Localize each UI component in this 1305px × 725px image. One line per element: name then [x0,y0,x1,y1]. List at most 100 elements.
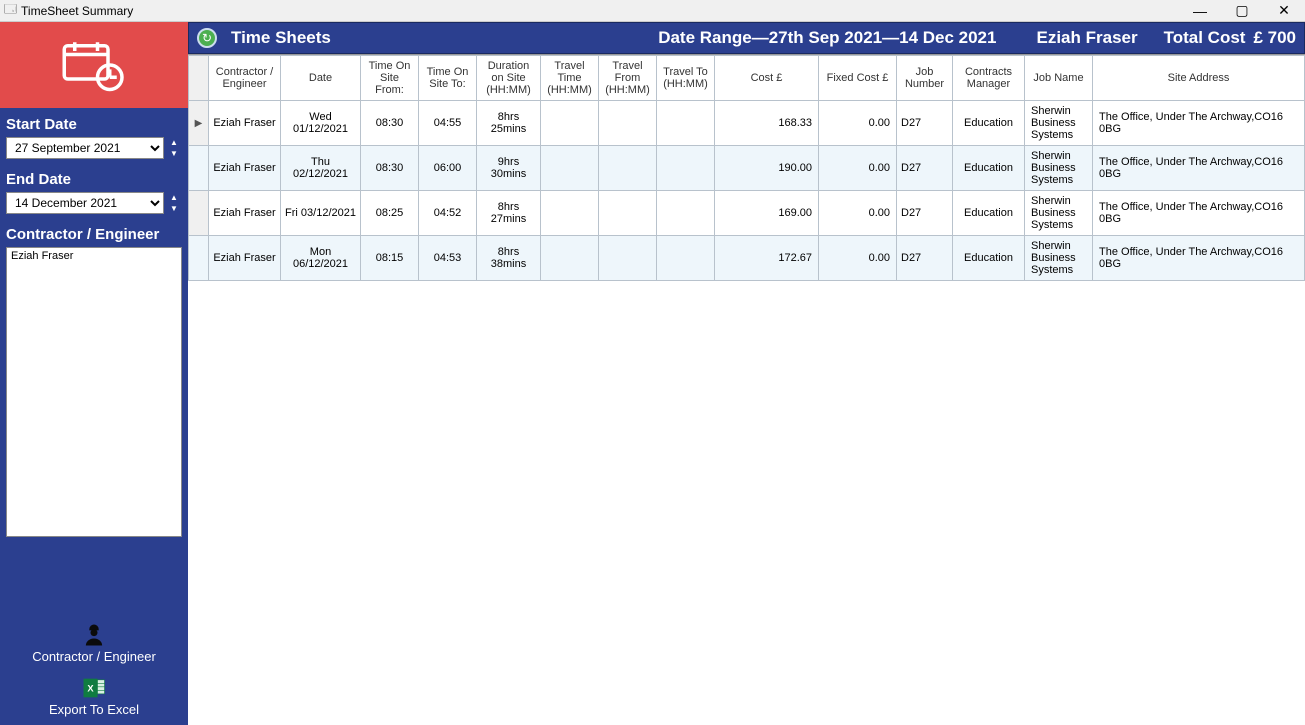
end-date-spinner[interactable]: ▲ ▼ [166,192,182,214]
cell-from[interactable]: 08:25 [361,191,419,236]
cell-date[interactable]: Wed 01/12/2021 [281,101,361,146]
col-job-number[interactable]: Job Number [897,56,953,101]
cell-contractor[interactable]: Eziah Fraser [209,236,281,281]
cell-manager[interactable]: Education [953,191,1025,236]
table-row[interactable]: Eziah Fraser Fri 03/12/2021 08:25 04:52 … [189,191,1305,236]
col-contracts-manager[interactable]: Contracts Manager [953,56,1025,101]
cell-contractor[interactable]: Eziah Fraser [209,146,281,191]
cell-fixed[interactable]: 0.00 [819,101,897,146]
cell-cost[interactable]: 172.67 [715,236,819,281]
cell-date[interactable]: Fri 03/12/2021 [281,191,361,236]
cell-jobnum[interactable]: D27 [897,146,953,191]
table-row[interactable]: ▶ Eziah Fraser Wed 01/12/2021 08:30 04:5… [189,101,1305,146]
grid-wrap[interactable]: Contractor / Engineer Date Time On Site … [188,54,1305,725]
cell-date[interactable]: Mon 06/12/2021 [281,236,361,281]
cell-manager[interactable]: Education [953,146,1025,191]
cell-to[interactable]: 04:53 [419,236,477,281]
content-header: ↻ Time Sheets Date Range—27th Sep 2021—1… [188,22,1305,54]
cell-travel-time[interactable] [541,236,599,281]
cell-from[interactable]: 08:15 [361,236,419,281]
row-indicator: ▶ [189,101,209,146]
cell-travel-to[interactable] [657,101,715,146]
cell-jobnum[interactable]: D27 [897,236,953,281]
cell-travel-from[interactable] [599,101,657,146]
spin-up-icon[interactable]: ▲ [166,192,182,203]
cell-address[interactable]: The Office, Under The Archway,CO16 0BG [1093,146,1305,191]
table-row[interactable]: Eziah Fraser Mon 06/12/2021 08:15 04:53 … [189,236,1305,281]
col-fixed-cost[interactable]: Fixed Cost £ [819,56,897,101]
cell-jobname[interactable]: Sherwin Business Systems [1025,236,1093,281]
cell-to[interactable]: 04:52 [419,191,477,236]
cell-duration[interactable]: 8hrs 25mins [477,101,541,146]
cell-travel-time[interactable] [541,146,599,191]
cell-duration[interactable]: 8hrs 27mins [477,191,541,236]
cell-to[interactable]: 04:55 [419,101,477,146]
col-duration[interactable]: Duration on Site (HH:MM) [477,56,541,101]
cell-fixed[interactable]: 0.00 [819,146,897,191]
svg-text:X: X [87,684,94,694]
contractor-list[interactable]: Eziah Fraser [6,247,182,537]
col-site-address[interactable]: Site Address [1093,56,1305,101]
cell-address[interactable]: The Office, Under The Archway,CO16 0BG [1093,101,1305,146]
person-icon [80,621,108,649]
cell-from[interactable]: 08:30 [361,146,419,191]
cell-jobname[interactable]: Sherwin Business Systems [1025,191,1093,236]
cell-fixed[interactable]: 0.00 [819,191,897,236]
spin-down-icon[interactable]: ▼ [166,148,182,159]
cell-travel-to[interactable] [657,146,715,191]
col-travel-time[interactable]: Travel Time (HH:MM) [541,56,599,101]
cell-travel-from[interactable] [599,236,657,281]
cell-cost[interactable]: 168.33 [715,101,819,146]
end-date-select[interactable]: 14 December 2021 [6,192,164,214]
maximize-button[interactable]: ▢ [1221,0,1263,21]
cell-address[interactable]: The Office, Under The Archway,CO16 0BG [1093,191,1305,236]
cell-travel-from[interactable] [599,191,657,236]
col-contractor[interactable]: Contractor / Engineer [209,56,281,101]
cell-manager[interactable]: Education [953,236,1025,281]
cell-jobnum[interactable]: D27 [897,191,953,236]
contractor-engineer-button[interactable]: Contractor / Engineer [0,621,188,664]
contractor-list-item[interactable]: Eziah Fraser [11,250,177,262]
cell-fixed[interactable]: 0.00 [819,236,897,281]
spin-down-icon[interactable]: ▼ [166,203,182,214]
hero-panel [0,22,188,108]
cell-cost[interactable]: 169.00 [715,191,819,236]
col-job-name[interactable]: Job Name [1025,56,1093,101]
cell-duration[interactable]: 8hrs 38mins [477,236,541,281]
cell-travel-from[interactable] [599,146,657,191]
export-excel-button[interactable]: X Export To Excel [0,674,188,717]
start-date-spinner[interactable]: ▲ ▼ [166,137,182,159]
col-time-from[interactable]: Time On Site From: [361,56,419,101]
col-cost[interactable]: Cost £ [715,56,819,101]
cell-jobname[interactable]: Sherwin Business Systems [1025,146,1093,191]
cell-travel-to[interactable] [657,191,715,236]
cell-cost[interactable]: 190.00 [715,146,819,191]
refresh-icon[interactable]: ↻ [197,28,217,48]
cell-duration[interactable]: 9hrs 30mins [477,146,541,191]
spin-up-icon[interactable]: ▲ [166,137,182,148]
content: ↻ Time Sheets Date Range—27th Sep 2021—1… [188,22,1305,725]
cell-jobnum[interactable]: D27 [897,101,953,146]
cell-travel-time[interactable] [541,191,599,236]
cell-manager[interactable]: Education [953,101,1025,146]
col-travel-from[interactable]: Travel From (HH:MM) [599,56,657,101]
cell-contractor[interactable]: Eziah Fraser [209,191,281,236]
end-date-label: End Date [0,163,188,192]
cell-from[interactable]: 08:30 [361,101,419,146]
cell-jobname[interactable]: Sherwin Business Systems [1025,101,1093,146]
cell-contractor[interactable]: Eziah Fraser [209,101,281,146]
cell-travel-to[interactable] [657,236,715,281]
table-row[interactable]: Eziah Fraser Thu 02/12/2021 08:30 06:00 … [189,146,1305,191]
col-time-to[interactable]: Time On Site To: [419,56,477,101]
cell-to[interactable]: 06:00 [419,146,477,191]
cell-date[interactable]: Thu 02/12/2021 [281,146,361,191]
cell-address[interactable]: The Office, Under The Archway,CO16 0BG [1093,236,1305,281]
timesheet-grid[interactable]: Contractor / Engineer Date Time On Site … [188,55,1305,281]
cell-travel-time[interactable] [541,101,599,146]
excel-icon: X [80,674,108,702]
start-date-select[interactable]: 27 September 2021 [6,137,164,159]
col-date[interactable]: Date [281,56,361,101]
minimize-button[interactable]: — [1179,0,1221,21]
col-travel-to[interactable]: Travel To (HH:MM) [657,56,715,101]
close-button[interactable]: ✕ [1263,0,1305,21]
